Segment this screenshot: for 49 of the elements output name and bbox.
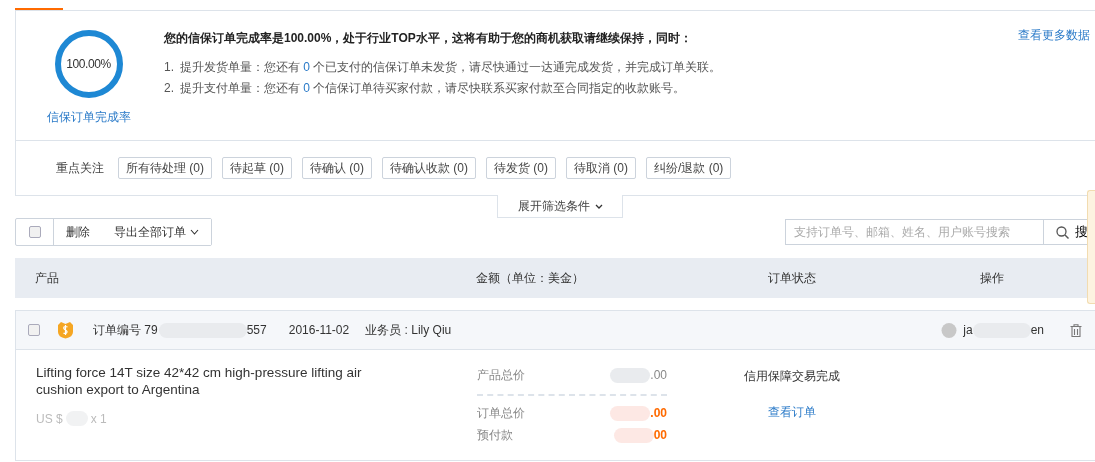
view-order-link[interactable]: 查看订单 [768,404,816,421]
trash-icon[interactable] [1070,323,1082,337]
order-date: 2016-11-02 [288,323,350,337]
search-field[interactable]: 支持订单号、邮箱、姓名、用户账号搜索 [785,219,1044,245]
filter-button[interactable]: 待起草 (0) [222,157,292,179]
filter-button[interactable]: 纠纷/退款 (0) [646,157,732,179]
amount-label: 订单总价 [477,405,525,422]
tip-text: 2. 提升支付单量：您还有 0 个信保订单待买家付款，请尽快联系买家付款至合同指定的收款账号。 [164,80,687,97]
product-title[interactable]: Lifting force 14T size 42*42 cm high-pressure lifting air cushion export to Argentina [36,364,406,398]
customer-name: ja [963,323,973,337]
completion-label: 信保订单完成率 [46,109,131,126]
completion-rate: 100.00% [66,56,111,72]
quantity: x 1 [90,411,107,426]
filter-button[interactable]: 待确认收款 (0) [382,157,476,179]
completion-ring [54,30,123,98]
column-header: 订单状态 [768,269,817,287]
amount-value: .00 [650,367,667,384]
headline: 您的信保订单完成率是100.00%，处于行业TOP水平，这将有助于您的商机获取请继续保持，同时： [164,30,693,47]
customer-name: en [1030,323,1044,337]
filter-button[interactable]: 待发货 (0) [486,157,556,179]
avatar-icon [941,322,958,338]
chevron-icon [594,203,603,209]
focus-label: 重点关注 [56,159,104,177]
filter-button[interactable]: 待取消 (0) [566,157,636,179]
order-number: 557 [246,323,267,337]
amount-value: 00 [653,427,667,444]
column-header: 金额（单位：美金） [476,269,585,287]
filter-button[interactable]: 待确认 (0) [302,157,372,179]
column-header: 操作 [980,269,1005,287]
shield-dollar-icon [57,321,74,339]
active-tab-underline [15,8,63,10]
select-all-checkbox[interactable] [28,226,41,238]
amount-label: 预付款 [477,427,513,444]
amount-label: 产品总价 [477,367,525,384]
expand-filter-button[interactable]: 展开筛选条件 [497,195,623,218]
blurred-text [613,427,654,443]
order-status: 信用保障交易完成 [744,368,840,385]
search-icon [1056,225,1069,239]
column-header: 产品 [34,269,60,287]
unit-price: US $ [36,411,63,426]
amount-value: .00 [650,405,667,422]
order-number: 订单编号 79 [93,321,158,339]
filter-button[interactable]: 所有待处理 (0) [118,157,212,179]
chevron-icon [190,229,199,235]
blurred-text [610,405,651,421]
order-checkbox[interactable] [28,324,40,336]
tip-text: 1. 提升发货单量：您还有 0 个已支付的信保订单未发货，请尽快通过一达通完成发货，并完成订单关联。 [164,59,723,76]
salesperson: 业务员 : Lily Qiu [365,321,452,339]
more-data-link[interactable]: 查看更多数据 [1018,11,1090,140]
